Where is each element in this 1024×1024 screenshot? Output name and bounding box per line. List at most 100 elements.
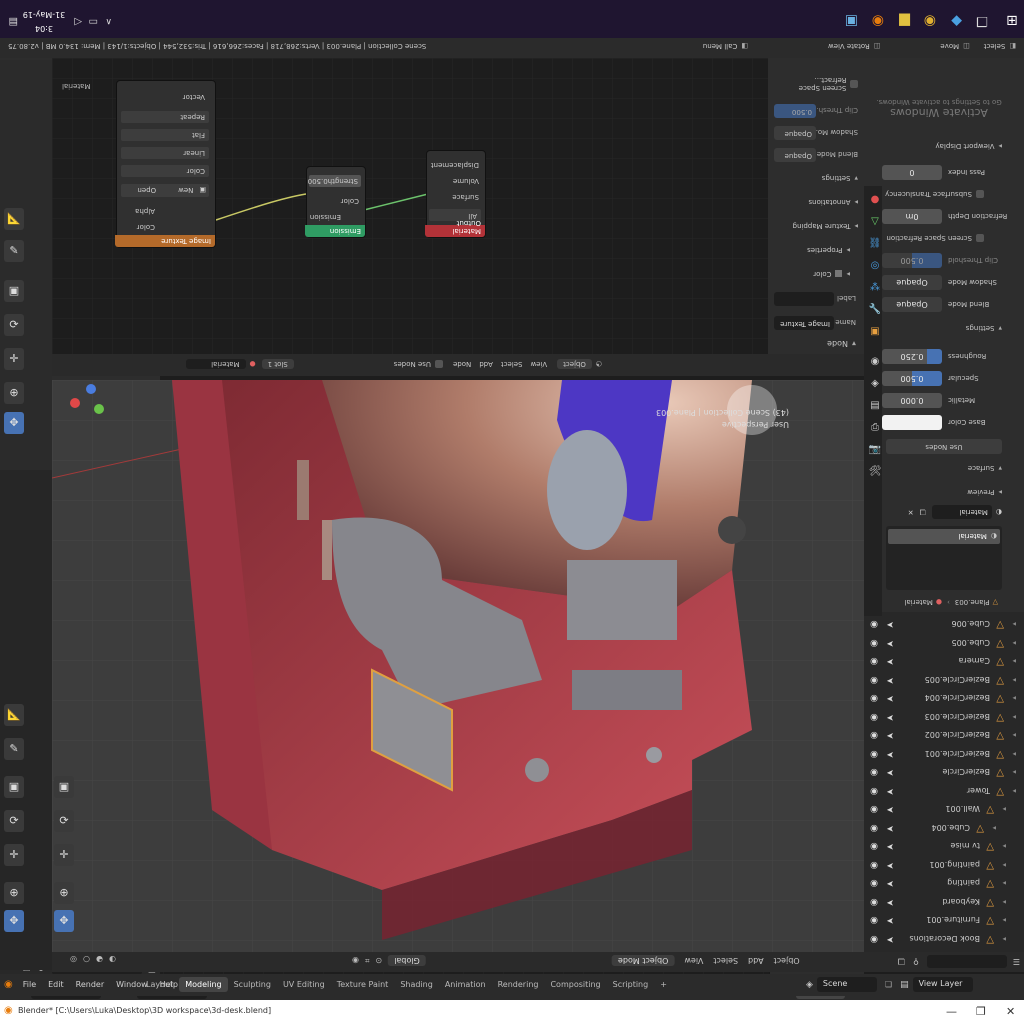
material-output-title[interactable]: Material Output [425, 219, 485, 237]
prop-specular-field[interactable]: 0.500 [882, 371, 942, 386]
measure-tool-button-3[interactable]: 📐 [4, 208, 24, 230]
overlays-icon[interactable]: ◎ [70, 955, 77, 964]
np-settings[interactable]: ▾ Settings [822, 174, 858, 182]
selectable-icon[interactable]: ➤ [886, 657, 894, 667]
selectable-icon[interactable]: ➤ [886, 786, 894, 796]
scale-tool-button-2[interactable]: ▣ [54, 776, 74, 798]
outliner-row[interactable]: ▸ ▽ BezierCircle ➤ ◉ [864, 763, 1024, 782]
expand-toggle-icon[interactable]: ▸ [1012, 658, 1016, 666]
tray-chevron-icon[interactable]: ∧ [105, 16, 112, 26]
material-tab-icon[interactable]: ● [867, 192, 883, 208]
rotate-tool-button-3[interactable]: ⟳ [4, 314, 24, 336]
expand-toggle-icon[interactable]: ▸ [1012, 769, 1016, 777]
outliner-row[interactable]: ▸ ▽ Tower ➤ ◉ [864, 781, 1024, 800]
visibility-eye-icon[interactable]: ◉ [870, 620, 878, 630]
expand-toggle-icon[interactable]: ▸ [1012, 750, 1016, 758]
blender-menu-logo-icon[interactable]: ◉ [4, 979, 17, 990]
measure-tool-button[interactable]: 📐 [4, 704, 24, 726]
title-close-button[interactable]: ✕ [1006, 1005, 1015, 1018]
outliner-row[interactable]: ▸ ▽ BezierCircle.004 ➤ ◉ [864, 689, 1024, 708]
np-properties-toggle[interactable]: ▸ Properties [807, 246, 850, 254]
transform-tool-button[interactable]: ✛ [4, 844, 24, 866]
material-output-node-view[interactable]: Material Output All Surface Volume Displ… [425, 150, 486, 238]
visibility-eye-icon[interactable]: ◉ [870, 712, 878, 722]
particles-tab-icon[interactable]: ⁂ [867, 280, 883, 296]
visibility-eye-icon[interactable]: ◉ [870, 805, 878, 815]
world-tab-icon[interactable]: ◉ [867, 354, 883, 370]
start-button-icon[interactable]: ⊞ [1006, 12, 1018, 28]
physics-tab-icon[interactable]: ◎ [867, 258, 883, 274]
selectable-icon[interactable]: ➤ [886, 638, 894, 648]
np-screen-space[interactable]: Screen Space Refract... [768, 76, 858, 92]
expand-toggle-icon[interactable]: ▸ [1012, 713, 1016, 721]
expand-toggle-icon[interactable]: ▸ [1002, 935, 1006, 943]
selectable-icon[interactable]: ➤ [886, 934, 894, 944]
snap-icon[interactable]: ⌗ [365, 956, 370, 966]
interpolation-field[interactable]: Linear [121, 147, 209, 159]
outliner-row[interactable]: ▸ ▽ BezierCircle.003 ➤ ◉ [864, 707, 1024, 726]
visibility-eye-icon[interactable]: ◉ [870, 842, 878, 852]
rotate-tool-button-2[interactable]: ⟳ [54, 810, 74, 832]
visibility-eye-icon[interactable]: ◉ [870, 657, 878, 667]
ne-use-nodes-checkbox[interactable] [435, 360, 443, 368]
view-layer-tab-icon[interactable]: ▤ [867, 398, 883, 414]
selectable-icon[interactable]: ➤ [886, 842, 894, 852]
visibility-eye-icon[interactable]: ◉ [870, 879, 878, 889]
prop-refraction-depth-field[interactable]: 0m [882, 209, 942, 224]
wb-scene-field[interactable]: Scene [816, 977, 877, 992]
prop-viewport-display-section[interactable]: ▸ Viewport Display [935, 142, 1002, 150]
selectable-icon[interactable]: ➤ [886, 805, 894, 815]
prop-ssr-checkbox[interactable]: Screen Space Refraction [886, 234, 984, 242]
pivot-icon[interactable]: ⊙ [376, 956, 383, 965]
outliner-row[interactable]: ▸ ▽ Cube.005 ➤ ◉ [864, 633, 1024, 652]
np-name-field[interactable]: Image Texture [774, 316, 834, 330]
outliner-row[interactable]: ▸ ▽ tv mise ➤ ◉ [864, 837, 1024, 856]
expand-toggle-icon[interactable]: ▸ [1002, 898, 1006, 906]
expand-toggle-icon[interactable]: ▸ [1012, 732, 1016, 740]
wb-tab-shading[interactable]: Shading [394, 977, 439, 992]
outliner-row[interactable]: ▸ ▽ Book Decorations ➤ ◉ [864, 929, 1024, 948]
np-node-section[interactable]: ▾ Node [827, 339, 856, 348]
photos-icon[interactable]: ▣ [845, 13, 858, 29]
image-new-button[interactable]: New [178, 187, 193, 195]
image-texture-title[interactable]: Image Texture [115, 235, 215, 247]
output-tab-icon[interactable]: ⎙ [867, 420, 883, 436]
selectable-icon[interactable]: ➤ [886, 749, 894, 759]
expand-toggle-icon[interactable]: ▸ [1002, 806, 1006, 814]
prop-settings-section[interactable]: ▾ Settings [966, 324, 1002, 332]
notifications-icon[interactable]: ▤ [9, 16, 18, 27]
selectable-icon[interactable]: ➤ [886, 768, 894, 778]
visibility-eye-icon[interactable]: ◉ [870, 916, 878, 926]
wb-menu-file[interactable]: File [17, 980, 42, 989]
prop-shadow-mode-select[interactable]: Opaque [882, 275, 942, 290]
selectable-icon[interactable]: ➤ [886, 916, 894, 926]
wb-tab-sculpting[interactable]: Sculpting [228, 977, 277, 992]
prop-unlink-icon[interactable]: ✕ [908, 508, 914, 516]
ne-menu-add[interactable]: Add [479, 360, 493, 368]
projection-field[interactable]: Flat [121, 129, 209, 141]
selectable-icon[interactable]: ➤ [886, 712, 894, 722]
data-tab-icon[interactable]: ▽ [867, 214, 883, 230]
ne-material-field[interactable]: Material [185, 359, 246, 369]
prop-surface-section[interactable]: ▾ Surface [968, 464, 1002, 472]
wb-menu-edit[interactable]: Edit [42, 980, 70, 989]
visibility-eye-icon[interactable]: ◉ [870, 860, 878, 870]
visibility-eye-icon[interactable]: ◉ [870, 638, 878, 648]
title-maximize-button[interactable]: ❐ [976, 1005, 986, 1018]
constraints-tab-icon[interactable]: ⛓ [867, 236, 883, 252]
outliner-filter-icon[interactable]: ⚲ [913, 957, 919, 966]
outliner-search-field[interactable] [926, 955, 1007, 968]
selectable-icon[interactable]: ➤ [886, 897, 894, 907]
image-texture-node-view[interactable]: Image Texture Color Alpha ▣ New Open Col… [115, 80, 216, 248]
prop-pass-index-field[interactable]: 0 [882, 165, 942, 180]
expand-toggle-icon[interactable]: ▸ [1012, 639, 1016, 647]
outliner-row[interactable]: ▸ ▽ Cube.006 ➤ ◉ [864, 615, 1024, 634]
annotate-tool-button[interactable]: ✎ [4, 738, 24, 760]
scene-tab-icon[interactable]: ◈ [867, 376, 883, 392]
visibility-eye-icon[interactable]: ◉ [870, 694, 878, 704]
visibility-eye-icon[interactable]: ◉ [870, 731, 878, 741]
prop-browse-icon[interactable]: ◐ [996, 508, 1002, 516]
expand-toggle-icon[interactable]: ▸ [1012, 787, 1016, 795]
outliner-display-icon[interactable]: ☰ [1013, 957, 1020, 966]
selectable-icon[interactable]: ➤ [886, 694, 894, 704]
